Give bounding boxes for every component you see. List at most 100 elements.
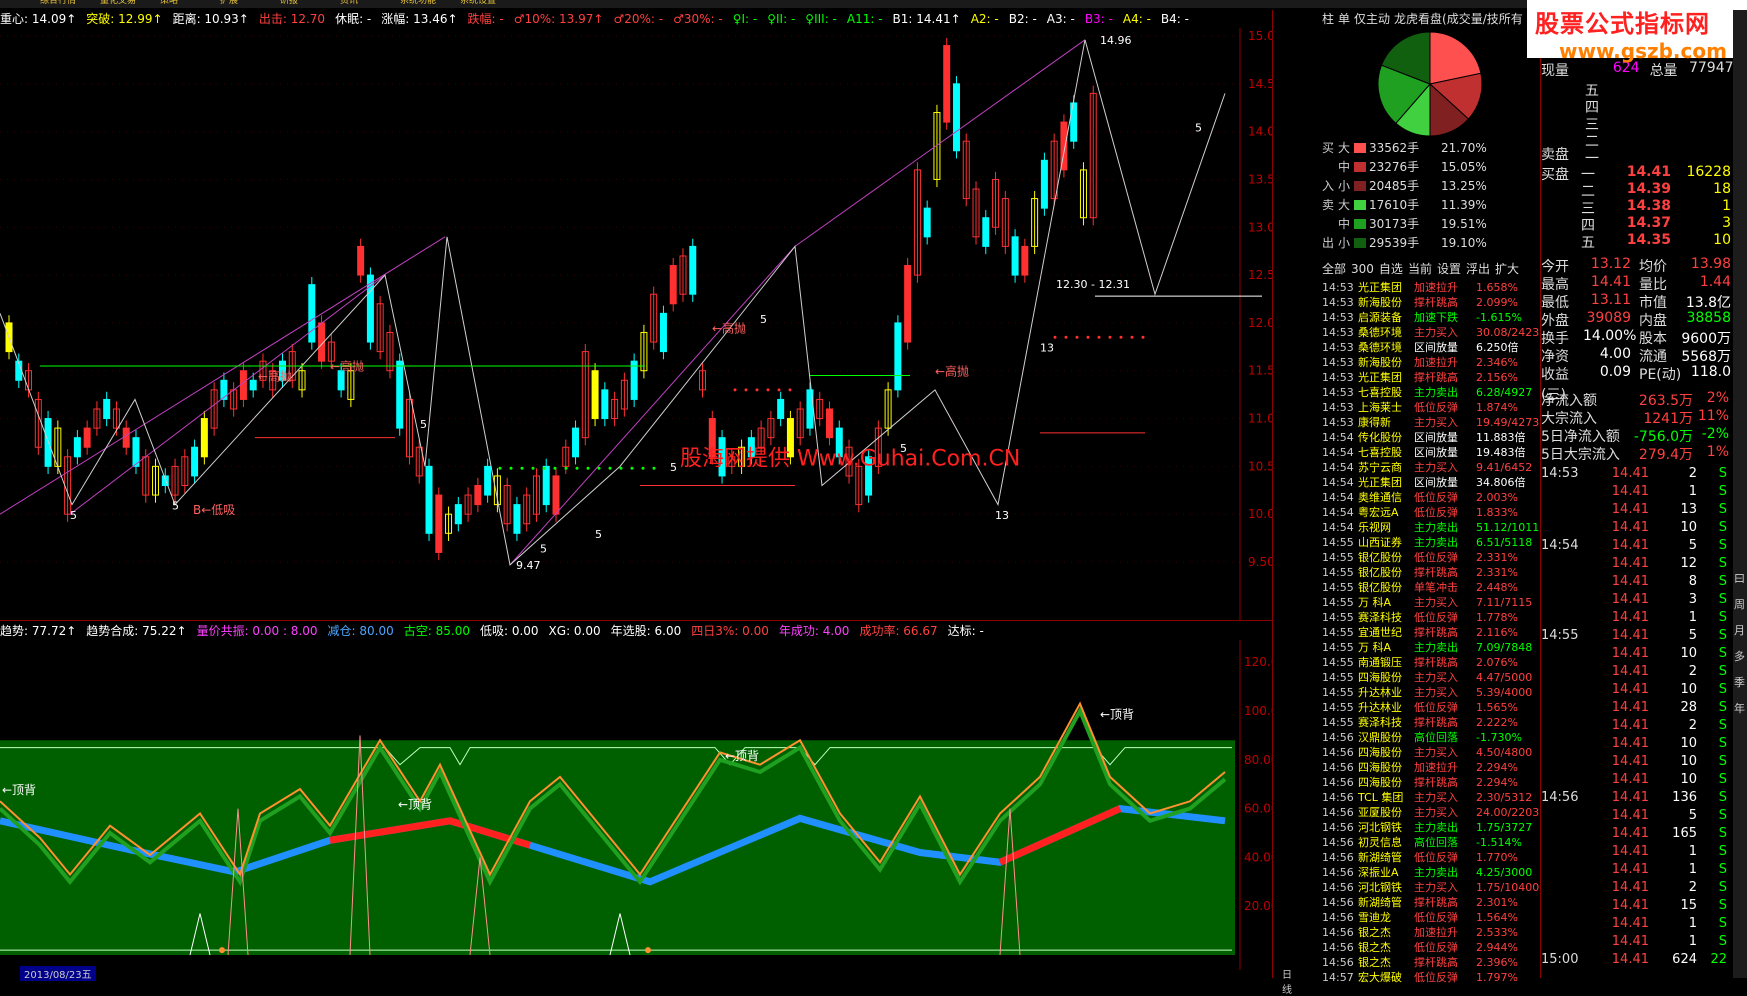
news-item[interactable]: 14:56 新湖绮管 撑杆跳高 2.301% xyxy=(1322,895,1540,910)
toolbar-button[interactable]: 年 xyxy=(1734,700,1745,716)
news-item[interactable]: 14:56 银之杰 撑杆跳高 2.396% xyxy=(1322,955,1540,970)
news-item[interactable]: 14:55 升达林业 低位反弹 1.565% xyxy=(1322,700,1540,715)
oscillator-chart-svg[interactable]: 120.00 100.00 80.00 60.00 40.00 20.00 ←顶背 ←顶背 ←顶… xyxy=(0,640,1286,970)
news-item[interactable]: 14:53 光正集团 撑杆跳高 2.156% xyxy=(1322,370,1540,385)
trade-vol: 10 xyxy=(1680,754,1697,769)
news-item[interactable]: 14:56 新湖绮管 低位反弹 1.770% xyxy=(1322,850,1540,865)
news-value: 2.30/5312 xyxy=(1476,791,1533,804)
menu-item[interactable]: 研报 xyxy=(280,0,298,6)
news-tab[interactable]: 浮出 xyxy=(1466,262,1490,276)
news-item[interactable]: 14:53 桑德环境 主力买入 30.08/2423 xyxy=(1322,325,1540,340)
news-item[interactable]: 14:54 奥维通信 低位反弹 2.003% xyxy=(1322,490,1540,505)
trade-side: S xyxy=(1718,898,1727,913)
news-item[interactable]: 14:55 银亿股份 单笔冲击 2.448% xyxy=(1322,580,1540,595)
news-item[interactable]: 14:55 宜通世纪 撑杆跳高 2.116% xyxy=(1322,625,1540,640)
panel-tab[interactable]: 龙虎看盘(成交量/技所有 xyxy=(1394,12,1523,26)
news-item[interactable]: 14:55 银亿股份 低位反弹 2.331% xyxy=(1322,550,1540,565)
news-item[interactable]: 14:56 银之杰 加速拉升 2.533% xyxy=(1322,925,1540,940)
news-item[interactable]: 14:56 四海股份 加速拉升 2.294% xyxy=(1322,760,1540,775)
trade-price: 14.41 xyxy=(1611,808,1649,823)
news-item[interactable]: 14:55 赛泽科技 低位反弹 1.778% xyxy=(1322,610,1540,625)
news-item[interactable]: 14:54 苏宁云商 主力买入 9.41/6452 xyxy=(1322,460,1540,475)
news-tab[interactable]: 扩大 xyxy=(1495,262,1519,276)
trade-vol: 1 xyxy=(1688,610,1697,625)
panel-tab[interactable]: 柱 xyxy=(1322,12,1334,26)
trade-vol: 10 xyxy=(1680,736,1697,751)
news-item[interactable]: 14:54 光正集团 区间放量 34.806倍 xyxy=(1322,475,1540,490)
toolbar-button[interactable]: 多 xyxy=(1734,648,1745,664)
news-value: 1.658% xyxy=(1476,281,1518,294)
news-action: 低位反弹 xyxy=(1414,491,1458,504)
news-tab[interactable]: 自选 xyxy=(1379,262,1403,276)
oscillator-chart[interactable]: 120.00 100.00 80.00 60.00 40.00 20.00 ←顶背 ←顶背 ←顶… xyxy=(0,640,1286,970)
news-tab[interactable]: 300 xyxy=(1351,262,1374,276)
dot-marker xyxy=(1064,335,1068,339)
wave-count-label: 5 xyxy=(900,442,907,455)
price-chart[interactable]: 15.00 14.50 14.00 13.50 13.00 12.50 12.00 11.50… xyxy=(0,28,1282,620)
news-item[interactable]: 14:53 新海股份 加速拉升 2.346% xyxy=(1322,355,1540,370)
toolbar-button[interactable]: 月 xyxy=(1734,622,1745,638)
news-time: 14:54 xyxy=(1322,476,1354,489)
news-item[interactable]: 14:55 升达林业 主力买入 5.39/4000 xyxy=(1322,685,1540,700)
news-item[interactable]: 14:53 七喜控股 主力卖出 6.28/4927 xyxy=(1322,385,1540,400)
news-item[interactable]: 14:56 四海股份 撑杆跳高 2.294% xyxy=(1322,775,1540,790)
news-stock: 七喜控股 xyxy=(1358,446,1402,459)
toolbar-button[interactable]: 周 xyxy=(1734,596,1745,612)
toolbar-button[interactable]: 曰 xyxy=(1734,570,1745,586)
news-item[interactable]: 14:54 七喜控股 区间放量 19.483倍 xyxy=(1322,445,1540,460)
candle xyxy=(904,265,912,343)
menu-item[interactable]: 量化交易 xyxy=(100,0,136,6)
news-item[interactable]: 14:55 万 科A 主力卖出 7.09/7848 xyxy=(1322,640,1540,655)
news-item[interactable]: 14:55 四海股份 主力买入 4.47/5000 xyxy=(1322,670,1540,685)
menu-item[interactable]: 系统设置 xyxy=(460,0,496,6)
news-item[interactable]: 14:56 初灵信息 高位回落 -1.514% xyxy=(1322,835,1540,850)
news-item[interactable]: 14:56 四海股份 主力买入 4.50/4800 xyxy=(1322,745,1540,760)
news-item[interactable]: 14:55 赛泽科技 撑杆跳高 2.222% xyxy=(1322,715,1540,730)
news-item[interactable]: 14:53 启源装备 加速下跌 -1.615% xyxy=(1322,310,1540,325)
news-item[interactable]: 14:55 南通锻压 撑杆跳高 2.076% xyxy=(1322,655,1540,670)
price-tick: 12.50 xyxy=(1248,268,1272,282)
menu-item[interactable]: 策略 xyxy=(160,0,178,6)
news-item[interactable]: 14:56 河北钢铁 主力卖出 1.75/3727 xyxy=(1322,820,1540,835)
period-label[interactable]: 日线 xyxy=(1282,966,1292,996)
news-tab[interactable]: 设置 xyxy=(1437,262,1461,276)
news-tab[interactable]: 全部 xyxy=(1322,262,1346,276)
menu-item[interactable]: 扩展 xyxy=(220,0,238,6)
news-item[interactable]: 14:54 乐视网 主力卖出 51.12/1011 xyxy=(1322,520,1540,535)
news-item[interactable]: 14:56 深振业A 主力卖出 4.25/3000 xyxy=(1322,865,1540,880)
news-item[interactable]: 14:55 山西证券 主力卖出 6.51/5118 xyxy=(1322,535,1540,550)
news-item[interactable]: 14:53 光正集团 加速拉升 1.658% xyxy=(1322,280,1540,295)
news-value: 9.41/6452 xyxy=(1476,461,1533,474)
news-item[interactable]: 14:56 汉鼎股份 高位回落 -1.730% xyxy=(1322,730,1540,745)
trade-price: 14.41 xyxy=(1611,790,1649,805)
news-time: 14:54 xyxy=(1322,506,1354,519)
sell-label: 卖盘 xyxy=(1541,147,1569,163)
news-item[interactable]: 14:54 传化股份 区间放量 11.883倍 xyxy=(1322,430,1540,445)
news-item[interactable]: 14:53 上海莱士 低位反弹 1.874% xyxy=(1322,400,1540,415)
news-value: 2.076% xyxy=(1476,656,1518,669)
price-chart-svg[interactable]: 15.00 14.50 14.00 13.50 13.00 12.50 12.00 11.50… xyxy=(0,28,1282,620)
news-item[interactable]: 14:56 河北钢铁 主力买入 1.75/10400 xyxy=(1322,880,1540,895)
panel-tab[interactable]: 仅主动 xyxy=(1354,12,1390,26)
news-item[interactable]: 14:56 TCL 集团 主力买入 2.30/5312 xyxy=(1322,790,1540,805)
stat-row: 最低 13.11 市值 13.8亿 xyxy=(1541,292,1733,312)
menu-item[interactable]: 系统功能 xyxy=(400,0,436,6)
toolbar-button[interactable]: 季 xyxy=(1734,674,1745,690)
news-item[interactable]: 14:54 粤宏远A 低位反弹 1.833% xyxy=(1322,505,1540,520)
dot-marker xyxy=(542,466,546,470)
news-item[interactable]: 14:53 康得新 主力买入 19.49/4273 xyxy=(1322,415,1540,430)
menu-item[interactable]: 综合行情 xyxy=(40,0,76,6)
news-item[interactable]: 14:56 银之杰 低位反弹 2.944% xyxy=(1322,940,1540,955)
panel-tab[interactable]: 单 xyxy=(1338,12,1350,26)
news-item[interactable]: 14:55 万 科A 主力买入 7.11/7115 xyxy=(1322,595,1540,610)
news-tab[interactable]: 当前 xyxy=(1408,262,1432,276)
news-item[interactable]: 14:53 新海股份 撑杆跳高 2.099% xyxy=(1322,295,1540,310)
news-item[interactable]: 14:56 雪迪龙 低位反弹 1.564% xyxy=(1322,910,1540,925)
news-item[interactable]: 14:55 银亿股份 撑杆跳高 2.331% xyxy=(1322,565,1540,580)
indicator-value: B3: - xyxy=(1084,12,1113,26)
news-action: 区间放量 xyxy=(1414,476,1458,489)
news-item[interactable]: 14:56 亚厦股份 主力买入 24.00/2203 xyxy=(1322,805,1540,820)
trade-time xyxy=(1541,916,1599,934)
news-item[interactable]: 14:53 桑德环境 区间放量 6.250倍 xyxy=(1322,340,1540,355)
menu-item[interactable]: 资讯 xyxy=(340,0,358,6)
